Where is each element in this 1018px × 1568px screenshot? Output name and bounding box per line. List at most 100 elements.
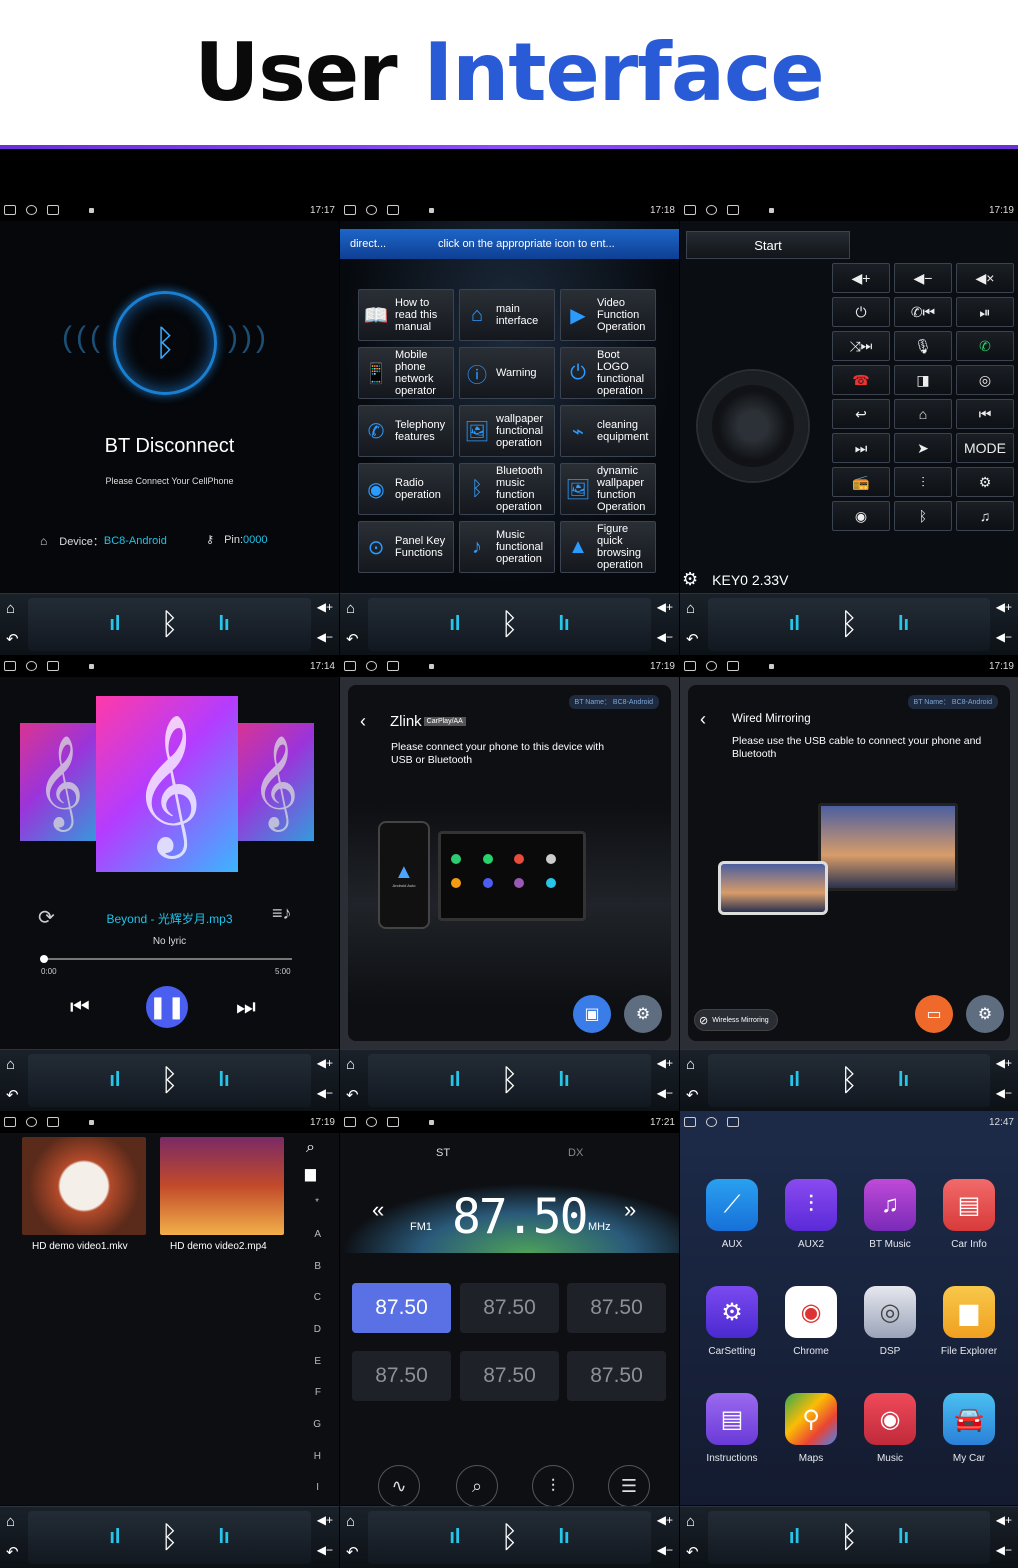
recent-apps-icon[interactable] (4, 1117, 16, 1127)
volume-down-icon[interactable]: ◀− (996, 1086, 1012, 1100)
navigation-key[interactable]: ➤ (894, 433, 952, 463)
equalizer-key[interactable]: ⫶ (894, 467, 952, 497)
window-icon[interactable] (387, 205, 399, 215)
settings-key[interactable]: ⚙ (956, 467, 1014, 497)
list-button[interactable]: ☰ (608, 1465, 650, 1507)
app-aux[interactable]: ⟋ AUX (692, 1179, 772, 1250)
volume-up-icon[interactable]: ◀+ (657, 600, 673, 614)
next-key[interactable]: ⏭ (832, 433, 890, 463)
volume-up-key[interactable]: ◀+ (832, 263, 890, 293)
seek-forward-icon[interactable]: » (624, 1197, 636, 1223)
radio-key[interactable]: 📻 (832, 467, 890, 497)
app-chrome[interactable]: ◉ Chrome (771, 1286, 851, 1357)
call-icon[interactable]: ıl (789, 1069, 800, 1092)
app-instructions[interactable]: ▤ Instructions (692, 1393, 772, 1464)
bluetooth-icon[interactable]: ᛒ (840, 608, 858, 642)
gear-icon[interactable]: ⚙ (682, 569, 698, 590)
tab-instructions[interactable]: click on the appropriate icon to ent... (402, 238, 615, 250)
back-arrow-icon[interactable]: ‹ (700, 709, 706, 730)
dvd-key[interactable]: ◉ (832, 501, 890, 531)
call-end-icon[interactable]: lı (898, 613, 909, 636)
equalizer-button[interactable]: ⫶ (532, 1465, 574, 1507)
call-end-icon[interactable]: lı (219, 1069, 230, 1092)
call-icon[interactable]: ıl (109, 1069, 120, 1092)
volume-down-key[interactable]: ◀− (894, 263, 952, 293)
manual-item[interactable]: ⏻ Boot LOGO functional operation (560, 347, 656, 399)
window-icon[interactable] (727, 661, 739, 671)
bluetooth-icon[interactable]: ᛒ (501, 608, 519, 642)
home-icon[interactable]: ⌂ (346, 1056, 355, 1073)
alpha-c[interactable]: C (314, 1292, 321, 1303)
window-icon[interactable] (47, 205, 59, 215)
manual-item[interactable]: 📱 Mobile phone network operator (358, 347, 454, 399)
manual-item[interactable]: ✆ Telephony features (358, 405, 454, 457)
power-key[interactable]: ⏻ (832, 297, 890, 327)
return-key[interactable]: ↩ (832, 399, 890, 429)
call-icon[interactable]: ıl (449, 613, 460, 636)
app-carsetting[interactable]: ⚙ CarSetting (692, 1286, 772, 1357)
manual-item[interactable]: ⊙ Panel Key Functions (358, 521, 454, 573)
preset-4[interactable]: 87.50 (352, 1351, 451, 1401)
app-my-car[interactable]: 🚘 My Car (929, 1393, 1009, 1464)
call-icon[interactable]: ıl (109, 1526, 120, 1549)
call-icon[interactable]: ıl (449, 1069, 460, 1092)
manual-item[interactable]: ⌂ main interface (459, 289, 555, 341)
progress-track[interactable] (40, 955, 292, 963)
manual-item[interactable]: ◉ Radio operation (358, 463, 454, 515)
manual-item[interactable]: 🖼 dynamic wallpaper function Operation (560, 463, 656, 515)
play-pause-key[interactable]: ⏯ (956, 297, 1014, 327)
scan-button[interactable]: ∿ (378, 1465, 420, 1507)
tab-directory[interactable]: direct... (340, 238, 402, 250)
settings-button[interactable]: ⚙ (966, 995, 1004, 1033)
app-dsp[interactable]: ◎ DSP (850, 1286, 930, 1357)
preset-3[interactable]: 87.50 (567, 1283, 666, 1333)
alpha-b[interactable]: B (314, 1261, 321, 1272)
volume-down-icon[interactable]: ◀− (317, 1543, 333, 1557)
app-music[interactable]: ◉ Music (850, 1393, 930, 1464)
alpha-a[interactable]: A (314, 1229, 321, 1240)
video-file-2[interactable]: HD demo video2.mp4 (170, 1241, 267, 1252)
call-end-icon[interactable]: lı (559, 613, 570, 636)
home-key[interactable]: ⌂ (894, 399, 952, 429)
search-button[interactable]: ⌕ (456, 1465, 498, 1507)
recent-apps-icon[interactable] (344, 1117, 356, 1127)
window-icon[interactable] (387, 1117, 399, 1127)
video-thumb-2[interactable] (160, 1137, 284, 1235)
playlist-icon[interactable]: ≡♪ (272, 903, 292, 924)
app-maps[interactable]: ⚲ Maps (771, 1393, 851, 1464)
mute-key[interactable]: ◀× (956, 263, 1014, 293)
home-icon[interactable]: ⌂ (6, 1056, 15, 1073)
previous-key[interactable]: ⏮ (956, 399, 1014, 429)
recent-apps-icon[interactable] (684, 1117, 696, 1127)
back-icon[interactable]: ↶ (686, 1543, 699, 1561)
hangup-key[interactable]: ☎ (832, 365, 890, 395)
previous-track-icon[interactable]: ⏮ (70, 994, 90, 1020)
recent-apps-icon[interactable] (344, 661, 356, 671)
volume-up-icon[interactable]: ◀+ (996, 1513, 1012, 1527)
call-icon[interactable]: ıl (109, 613, 120, 636)
call-end-icon[interactable]: lı (219, 613, 230, 636)
manual-item[interactable]: ♪ Music functional operation (459, 521, 555, 573)
alpha-g[interactable]: G (313, 1419, 321, 1430)
recent-apps-icon[interactable] (4, 661, 16, 671)
back-icon[interactable]: ↶ (686, 630, 699, 648)
preset-5[interactable]: 87.50 (460, 1351, 559, 1401)
mic-key[interactable]: 🎙 (894, 331, 952, 361)
call-end-icon[interactable]: lı (559, 1526, 570, 1549)
call-icon[interactable]: ıl (789, 613, 800, 636)
answer-call-key[interactable]: ✆ (956, 331, 1014, 361)
volume-up-icon[interactable]: ◀+ (317, 600, 333, 614)
wireless-mirroring-button[interactable]: ⊘ Wireless Mirroring (694, 1009, 778, 1031)
alpha-e[interactable]: E (314, 1356, 321, 1367)
call-icon[interactable]: ıl (789, 1526, 800, 1549)
call-end-icon[interactable]: lı (898, 1069, 909, 1092)
manual-item[interactable]: 🖼 wallpaper functional operation (459, 405, 555, 457)
preset-1[interactable]: 87.50 (352, 1283, 451, 1333)
window-icon[interactable] (727, 205, 739, 215)
home-icon[interactable]: ⌂ (686, 600, 695, 617)
volume-up-icon[interactable]: ◀+ (317, 1056, 333, 1070)
back-icon[interactable]: ↶ (346, 630, 359, 648)
manual-item[interactable]: ⓘ Warning (459, 347, 555, 399)
call-icon[interactable]: ıl (449, 1526, 460, 1549)
bluetooth-icon[interactable]: ᛒ (501, 1521, 519, 1555)
